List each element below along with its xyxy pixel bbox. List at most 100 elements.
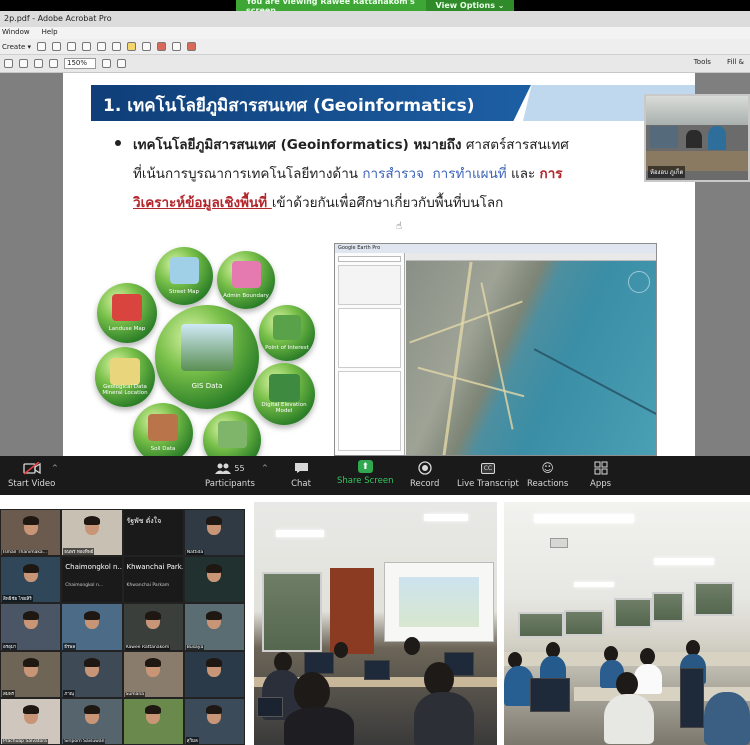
zoom-in-icon[interactable] bbox=[49, 59, 58, 68]
save-icon[interactable] bbox=[52, 42, 61, 51]
view-options-button[interactable]: View Options ⌄ bbox=[426, 0, 514, 11]
zoom-level-field[interactable]: 150% bbox=[64, 58, 96, 69]
participant-hair bbox=[206, 610, 223, 620]
sign-icon[interactable] bbox=[142, 42, 151, 51]
video-off-icon bbox=[22, 460, 42, 476]
classroom-photo-side bbox=[504, 502, 750, 745]
elevation-model-icon bbox=[268, 374, 300, 403]
line3-rest: เข้าด้วยกันเพื่อศึกษาเกี่ยวกับพื้นที่บนโ… bbox=[271, 195, 504, 211]
participant-hair bbox=[83, 657, 100, 667]
slide-line-2: ที่เน้นการบูรณาการเทคโนโลยีทางด้าน การสำ… bbox=[133, 162, 563, 184]
participant-name: สมพร bbox=[2, 689, 16, 697]
open-icon[interactable] bbox=[37, 42, 46, 51]
participant-name: ธีรพล bbox=[63, 642, 77, 650]
presenter-video: ห้องอบ ภูเก็ต bbox=[644, 94, 750, 182]
participant-name: สุวิมล bbox=[185, 736, 199, 744]
participant-display-name: Khwanchai Park... bbox=[126, 563, 184, 572]
participant-tile: Chaimongkol n... Chaimongkol n... bbox=[61, 556, 123, 604]
participant-tile bbox=[183, 556, 245, 604]
participants-icon: 55 bbox=[210, 460, 250, 476]
hand-tool-icon[interactable] bbox=[19, 59, 28, 68]
reactions-button[interactable]: ☺ Reactions bbox=[527, 460, 568, 489]
stamp-icon[interactable] bbox=[157, 42, 166, 51]
print-icon[interactable] bbox=[67, 42, 76, 51]
review-icon[interactable] bbox=[187, 42, 196, 51]
participant-hair bbox=[22, 610, 39, 620]
participant-name: Prachuap Salvatora bbox=[2, 738, 48, 744]
laptop bbox=[257, 697, 283, 717]
participant-tile: ธีรพล bbox=[61, 603, 123, 651]
apps-icon bbox=[591, 460, 611, 476]
google-earth-sidebar bbox=[335, 253, 405, 455]
analysis-term-end: วิเคราะห์ข้อมูลเชิงพื้นที่ bbox=[133, 195, 272, 211]
participant-hair bbox=[206, 563, 223, 573]
participant-tile: อรอุมา bbox=[0, 603, 62, 651]
menu-help[interactable]: Help bbox=[42, 28, 58, 38]
projection-screen bbox=[384, 562, 494, 642]
sphere-label: Geological Data Mineral Location bbox=[102, 384, 148, 397]
apps-button[interactable]: Apps bbox=[590, 460, 611, 489]
fill-sign-tab[interactable]: Fill & bbox=[727, 58, 744, 66]
video-options-caret[interactable]: ^ bbox=[52, 464, 58, 472]
line1-bold: เทคโนโลยีภูมิสารสนเทศ (Geoinformatics) ห… bbox=[133, 137, 462, 153]
email-icon[interactable] bbox=[82, 42, 91, 51]
soil-data-icon bbox=[148, 413, 178, 441]
participant-tile: Busaya bbox=[183, 603, 245, 651]
tools-tab[interactable]: Tools bbox=[694, 58, 711, 66]
comment-icon[interactable] bbox=[127, 42, 136, 51]
sphere-label: Point of Interest bbox=[265, 344, 309, 351]
participant-name: Nattida bbox=[185, 550, 205, 556]
participant-hair bbox=[83, 610, 100, 620]
sphere-point-of-interest: Point of Interest bbox=[259, 305, 315, 361]
sphere-label: GIS Data bbox=[191, 382, 223, 391]
participants-caret[interactable]: ^ bbox=[262, 464, 268, 472]
compass-icon bbox=[628, 271, 650, 293]
participant-tile bbox=[122, 697, 184, 745]
live-transcript-button[interactable]: CC Live Transcript bbox=[457, 460, 519, 489]
share-screen-button[interactable]: ⬆ Share Screen bbox=[337, 460, 393, 486]
zoom-toolbar: Start Video ^ 55 Participants ^ Chat ⬆ S… bbox=[0, 456, 750, 495]
acrobat-window-title: 2p.pdf - Adobe Acrobat Pro bbox=[4, 14, 112, 23]
presenter-name: ห้องอบ ภูเก็ต bbox=[648, 166, 686, 178]
live-transcript-label: Live Transcript bbox=[457, 479, 519, 489]
participant-display-name: Chaimongkol n... bbox=[65, 563, 123, 572]
curtain bbox=[330, 568, 374, 654]
sphere-soil-data: Soil Data bbox=[133, 403, 193, 463]
acrobat-title-bar: 2p.pdf - Adobe Acrobat Pro bbox=[0, 11, 750, 27]
create-button[interactable]: Create ▾ bbox=[2, 43, 31, 51]
sphere-label: Street Map bbox=[168, 288, 200, 295]
participant-hair bbox=[145, 705, 162, 715]
share-screen-icon: ⬆ bbox=[357, 460, 373, 473]
google-earth-screenshot: Google Earth Pro bbox=[334, 243, 657, 456]
participant-display-name: รัฐพัช ดั่งใจ bbox=[126, 517, 162, 525]
projector bbox=[550, 538, 568, 548]
record-button[interactable]: Record bbox=[410, 460, 439, 489]
participant-tile: Rawee Rattanakom bbox=[122, 603, 184, 651]
select-tool-icon[interactable] bbox=[4, 59, 13, 68]
reactions-label: Reactions bbox=[527, 479, 569, 489]
chat-label: Chat bbox=[291, 479, 311, 489]
chat-button[interactable]: Chat bbox=[291, 460, 311, 489]
map-layer-icon bbox=[217, 421, 247, 448]
zoom-out-icon[interactable] bbox=[34, 59, 43, 68]
settings-icon[interactable] bbox=[97, 42, 106, 51]
bullet-dot bbox=[115, 140, 121, 146]
sphere-label: Digital Elevation Model bbox=[261, 401, 307, 414]
participant-hair bbox=[22, 516, 39, 526]
menu-window[interactable]: Window bbox=[2, 28, 30, 38]
participant-name: สิทธิชัย ไชยสิริ bbox=[2, 595, 33, 603]
gis-data-icon bbox=[181, 323, 233, 371]
participants-button[interactable]: 55 Participants bbox=[205, 460, 255, 489]
line2-and: และ bbox=[506, 166, 540, 182]
share-icon[interactable] bbox=[112, 42, 121, 51]
participant-tile: ภาณุ bbox=[61, 650, 123, 698]
fit-page-icon[interactable] bbox=[102, 59, 111, 68]
line2-text: ที่เน้นการบูรณาการเทคโนโลยีทางด้าน bbox=[133, 166, 363, 182]
attach-icon[interactable] bbox=[172, 42, 181, 51]
share-screen-label: Share Screen bbox=[337, 476, 394, 486]
fit-width-icon[interactable] bbox=[117, 59, 126, 68]
start-video-button[interactable]: Start Video bbox=[8, 460, 55, 489]
satellite-map bbox=[406, 261, 656, 455]
admin-boundary-icon bbox=[231, 261, 261, 288]
participant-name: อรอุมา bbox=[2, 642, 18, 650]
